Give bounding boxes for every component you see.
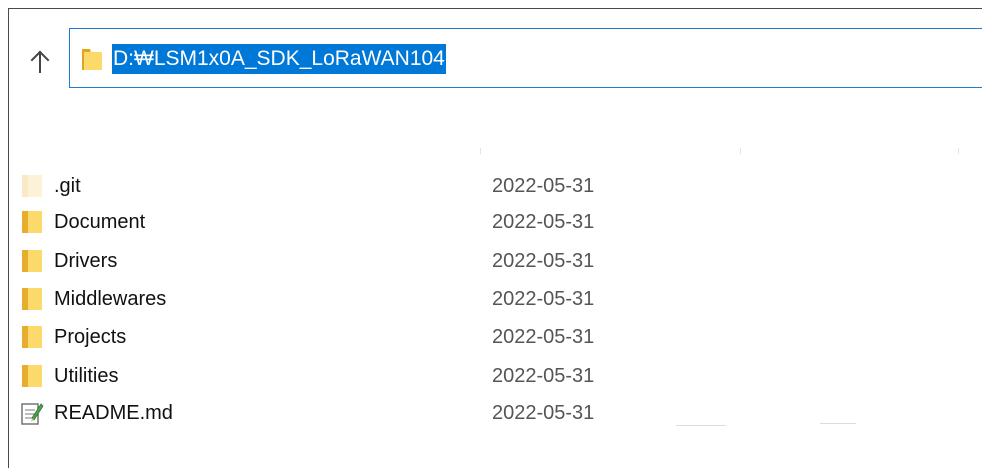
folder-icon xyxy=(22,326,42,348)
file-name: README.md xyxy=(54,402,173,424)
file-date: 2022-05-31 xyxy=(492,365,595,387)
list-item[interactable]: Drivers 2022-05-31 xyxy=(20,244,920,278)
folder-icon xyxy=(22,175,42,197)
file-name: .git xyxy=(54,175,81,197)
column-divider[interactable] xyxy=(740,148,741,154)
address-bar[interactable]: D:₩LSM1x0A_SDK_LoRaWAN104 xyxy=(69,28,982,88)
file-name: Middlewares xyxy=(54,288,167,310)
list-item[interactable]: Document 2022-05-31 xyxy=(20,205,920,239)
list-item[interactable]: .git 2022-05-31 xyxy=(20,169,920,203)
address-path[interactable]: D:₩LSM1x0A_SDK_LoRaWAN104 xyxy=(112,44,446,74)
file-date: 2022-05-31 xyxy=(492,211,595,233)
list-item[interactable]: Utilities 2022-05-31 xyxy=(20,359,920,393)
file-date: 2022-05-31 xyxy=(492,288,595,310)
up-arrow-icon[interactable] xyxy=(28,46,52,76)
folder-icon xyxy=(22,288,42,310)
list-item[interactable]: Projects 2022-05-31 xyxy=(20,320,920,354)
folder-icon xyxy=(82,49,102,70)
folder-icon xyxy=(22,211,42,233)
file-date: 2022-05-31 xyxy=(492,326,595,348)
file-date: 2022-05-31 xyxy=(492,402,595,424)
file-name: Projects xyxy=(54,326,127,348)
list-item[interactable]: Middlewares 2022-05-31 xyxy=(20,282,920,316)
divider xyxy=(676,425,726,426)
column-divider[interactable] xyxy=(480,148,481,154)
list-item[interactable]: README.md 2022-05-31 xyxy=(20,396,920,430)
folder-icon xyxy=(22,250,42,272)
file-date: 2022-05-31 xyxy=(492,175,595,197)
file-name: Document xyxy=(54,211,146,233)
file-date: 2022-05-31 xyxy=(492,250,595,272)
file-name: Drivers xyxy=(54,250,118,272)
folder-icon xyxy=(22,365,42,387)
divider xyxy=(820,423,856,424)
file-name: Utilities xyxy=(54,365,119,387)
column-divider[interactable] xyxy=(958,148,959,154)
text-file-icon xyxy=(21,403,44,425)
